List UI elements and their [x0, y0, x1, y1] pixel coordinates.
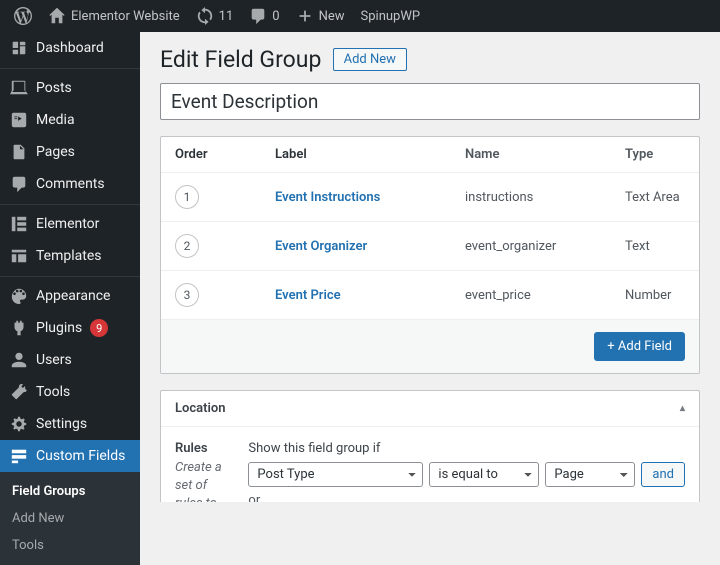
posts-icon [10, 79, 28, 97]
field-label-link[interactable]: Event Price [275, 288, 341, 303]
elementor-icon [10, 215, 28, 233]
order-badge: 1 [175, 185, 199, 209]
add-field-bar: + Add Field [161, 320, 699, 373]
menu-users[interactable]: Users [0, 344, 140, 376]
menu-appearance[interactable]: Appearance [0, 276, 140, 312]
rules-title: Rules [175, 441, 234, 456]
menu-dashboard[interactable]: Dashboard [0, 32, 140, 64]
wordpress-icon [14, 7, 32, 25]
tools-icon [10, 383, 28, 401]
media-icon [10, 111, 28, 129]
comments-bubble[interactable]: 0 [241, 0, 287, 32]
home-icon [48, 7, 66, 25]
rule-param-select[interactable]: Post Type [248, 462, 423, 487]
custom-fields-icon [10, 447, 28, 465]
menu-comments[interactable]: Comments [0, 168, 140, 200]
wp-logo[interactable] [6, 0, 40, 32]
appearance-icon [10, 287, 28, 305]
add-and-rule-button[interactable]: and [641, 462, 685, 487]
col-label-header: Label [275, 147, 465, 162]
field-label-link[interactable]: Event Instructions [275, 190, 380, 205]
plugins-icon [10, 319, 28, 337]
rule-value-select[interactable]: Page [545, 462, 635, 487]
submenu-field-groups[interactable]: Field Groups [0, 478, 140, 505]
field-type-text: Text Area [625, 190, 685, 205]
toggle-indicator-icon: ▴ [680, 403, 685, 414]
field-row[interactable]: 1 Event Instructions instructions Text A… [161, 173, 699, 222]
location-body: Rules Create a set of rules to determine… [161, 427, 699, 502]
settings-icon [10, 415, 28, 433]
rule-row: Post Type is equal to Page and [248, 462, 685, 487]
show-if-label: Show this field group if [248, 441, 685, 456]
rules-description: Create a set of rules to determine which… [175, 459, 234, 502]
updates-count-text: 11 [219, 9, 234, 24]
page-heading: Edit Field Group [160, 46, 321, 73]
order-badge: 3 [175, 283, 199, 307]
menu-tools[interactable]: Tools [0, 376, 140, 408]
fields-panel: Order Label Name Type 1 Event Instructio… [160, 136, 700, 374]
field-type-text: Number [625, 288, 685, 303]
field-type-text: Text [625, 239, 685, 254]
comments-count-text: 0 [272, 9, 279, 24]
field-row[interactable]: 2 Event Organizer event_organizer Text [161, 222, 699, 271]
or-label: or [248, 493, 685, 502]
dashboard-icon [10, 39, 28, 57]
main-layout: Dashboard Posts Media Pages Comments Ele… [0, 32, 720, 502]
menu-templates[interactable]: Templates [0, 240, 140, 272]
plugins-badge: 9 [90, 319, 108, 337]
field-row[interactable]: 3 Event Price event_price Number [161, 271, 699, 320]
submenu-add-new[interactable]: Add New [0, 505, 140, 532]
templates-icon [10, 247, 28, 265]
comments-icon [10, 175, 28, 193]
menu-custom-fields[interactable]: Custom Fields [0, 440, 140, 472]
rule-operator-select[interactable]: is equal to [429, 462, 539, 487]
menu-media[interactable]: Media [0, 104, 140, 136]
fields-header: Order Label Name Type [161, 137, 699, 173]
users-icon [10, 351, 28, 369]
col-type-header: Type [625, 147, 685, 162]
comments-icon [249, 7, 267, 25]
pages-icon [10, 143, 28, 161]
menu-plugins[interactable]: Plugins9 [0, 312, 140, 344]
menu-elementor[interactable]: Elementor [0, 204, 140, 240]
admin-bar: Elementor Website 11 0 New SpinupWP [0, 0, 720, 32]
field-name-text: event_organizer [465, 239, 625, 254]
field-name-text: instructions [465, 190, 625, 205]
location-panel-header[interactable]: Location ▴ [161, 391, 699, 427]
spinupwp-text: SpinupWP [361, 9, 421, 24]
rules-config-column: Show this field group if Post Type is eq… [248, 441, 685, 502]
menu-posts[interactable]: Posts [0, 68, 140, 104]
location-panel: Location ▴ Rules Create a set of rules t… [160, 390, 700, 502]
new-label-text: New [319, 9, 345, 24]
content-area: Edit Field Group Add New Order Label Nam… [140, 32, 720, 502]
group-title-input[interactable] [160, 83, 700, 120]
updates-icon [196, 7, 214, 25]
spinupwp-item[interactable]: SpinupWP [353, 0, 429, 32]
menu-settings[interactable]: Settings [0, 408, 140, 440]
field-label-link[interactable]: Event Organizer [275, 239, 367, 254]
add-new-button[interactable]: Add New [333, 48, 407, 71]
plus-icon [296, 7, 314, 25]
col-name-header: Name [465, 147, 625, 162]
field-name-text: event_price [465, 288, 625, 303]
menu-pages[interactable]: Pages [0, 136, 140, 168]
col-order-header: Order [175, 147, 275, 162]
site-name[interactable]: Elementor Website [40, 0, 188, 32]
updates[interactable]: 11 [188, 0, 242, 32]
add-field-button[interactable]: + Add Field [594, 332, 685, 361]
rules-label-column: Rules Create a set of rules to determine… [175, 441, 234, 502]
site-title-text: Elementor Website [71, 9, 180, 24]
location-title: Location [175, 401, 226, 416]
custom-fields-submenu: Field Groups Add New Tools [0, 472, 140, 565]
order-badge: 2 [175, 234, 199, 258]
admin-sidebar: Dashboard Posts Media Pages Comments Ele… [0, 32, 140, 502]
submenu-tools[interactable]: Tools [0, 532, 140, 559]
new-content[interactable]: New [288, 0, 353, 32]
